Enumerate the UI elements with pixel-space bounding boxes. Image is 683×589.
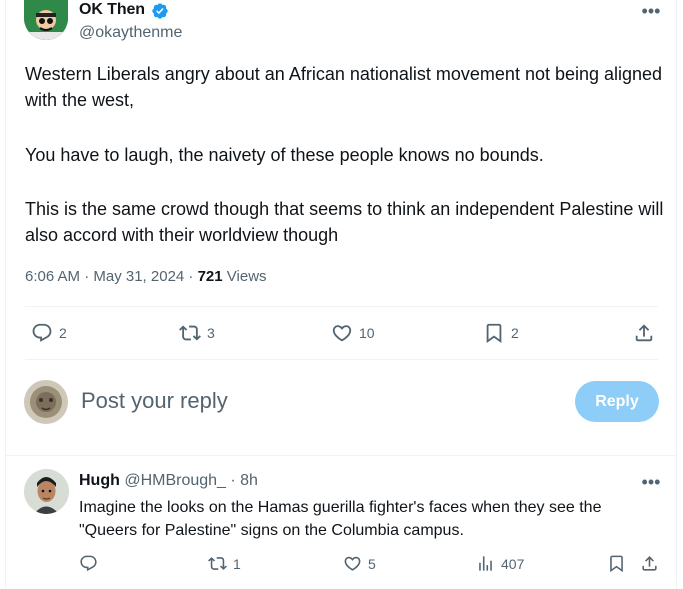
bookmark-icon bbox=[486, 323, 502, 344]
repost-count: 3 bbox=[207, 325, 215, 341]
like-action[interactable]: 10 bbox=[331, 322, 375, 344]
repost-icon bbox=[208, 557, 227, 570]
author-avatar[interactable] bbox=[24, 0, 68, 40]
reply-like-count: 5 bbox=[368, 555, 376, 572]
like-count: 10 bbox=[359, 325, 375, 341]
divider bbox=[25, 306, 658, 307]
more-icon[interactable]: ••• bbox=[640, 472, 662, 492]
divider bbox=[6, 455, 676, 456]
reply-views-count: 407 bbox=[501, 555, 525, 572]
bookmark-icon bbox=[610, 555, 623, 573]
reply-like-action[interactable]: 5 bbox=[343, 554, 376, 573]
reply-author-handle[interactable]: @HMBrough_ bbox=[120, 472, 226, 489]
share-icon bbox=[635, 324, 653, 342]
tweet-meta: 6:06 AM · May 31, 2024 · 721 Views bbox=[25, 268, 267, 285]
left-border bbox=[5, 0, 6, 589]
reply-author-line: Hugh @HMBrough_ · 8h bbox=[79, 472, 258, 490]
like-icon bbox=[344, 556, 361, 571]
reply-action[interactable]: 2 bbox=[31, 322, 67, 344]
bookmark-action[interactable]: 2 bbox=[483, 322, 519, 344]
tweet-timestamp[interactable]: 6:06 AM · May 31, 2024 · bbox=[25, 268, 198, 285]
tweet-paragraph-3: This is the same crowd though that seems… bbox=[25, 199, 664, 245]
reply-text: Imagine the looks on the Hamas guerilla … bbox=[79, 499, 602, 539]
tweet-paragraph-2: You have to laugh, the naivety of these … bbox=[25, 145, 544, 165]
current-user-avatar[interactable] bbox=[24, 380, 68, 424]
divider bbox=[25, 359, 658, 360]
reply-repost-count: 1 bbox=[233, 555, 241, 572]
reply-share-action[interactable] bbox=[640, 554, 659, 573]
reply-reply-action[interactable] bbox=[79, 554, 104, 573]
tweet-paragraph-1: Western Liberals angry about an African … bbox=[25, 64, 663, 110]
reply-bookmark-action[interactable] bbox=[607, 554, 626, 573]
share-icon bbox=[642, 556, 657, 571]
reply-views-action[interactable]: 407 bbox=[476, 554, 524, 573]
reply-author-name[interactable]: Hugh bbox=[79, 472, 120, 489]
reply-repost-action[interactable]: 1 bbox=[208, 554, 241, 573]
reply-input[interactable]: Post your reply bbox=[81, 388, 228, 414]
repost-action[interactable]: 3 bbox=[179, 322, 215, 344]
verified-badge-icon bbox=[151, 2, 169, 20]
author-name[interactable]: OK Then bbox=[79, 1, 145, 19]
bookmark-count: 2 bbox=[511, 325, 519, 341]
author-handle[interactable]: @okaythenme bbox=[79, 24, 182, 42]
share-action[interactable] bbox=[633, 322, 655, 344]
reply-author-avatar[interactable] bbox=[24, 469, 69, 514]
views-count: 721 bbox=[197, 268, 223, 285]
more-icon[interactable]: ••• bbox=[640, 1, 662, 21]
views-icon bbox=[479, 556, 492, 571]
reply-time[interactable]: · 8h bbox=[226, 472, 258, 489]
repost-icon bbox=[179, 325, 201, 341]
views-label: Views bbox=[222, 268, 267, 285]
reply-button[interactable]: Reply bbox=[575, 381, 659, 422]
reply-icon bbox=[32, 323, 52, 342]
reply-count: 2 bbox=[59, 325, 67, 341]
like-icon bbox=[332, 325, 352, 342]
reply-icon bbox=[80, 555, 97, 572]
right-border bbox=[676, 0, 677, 589]
